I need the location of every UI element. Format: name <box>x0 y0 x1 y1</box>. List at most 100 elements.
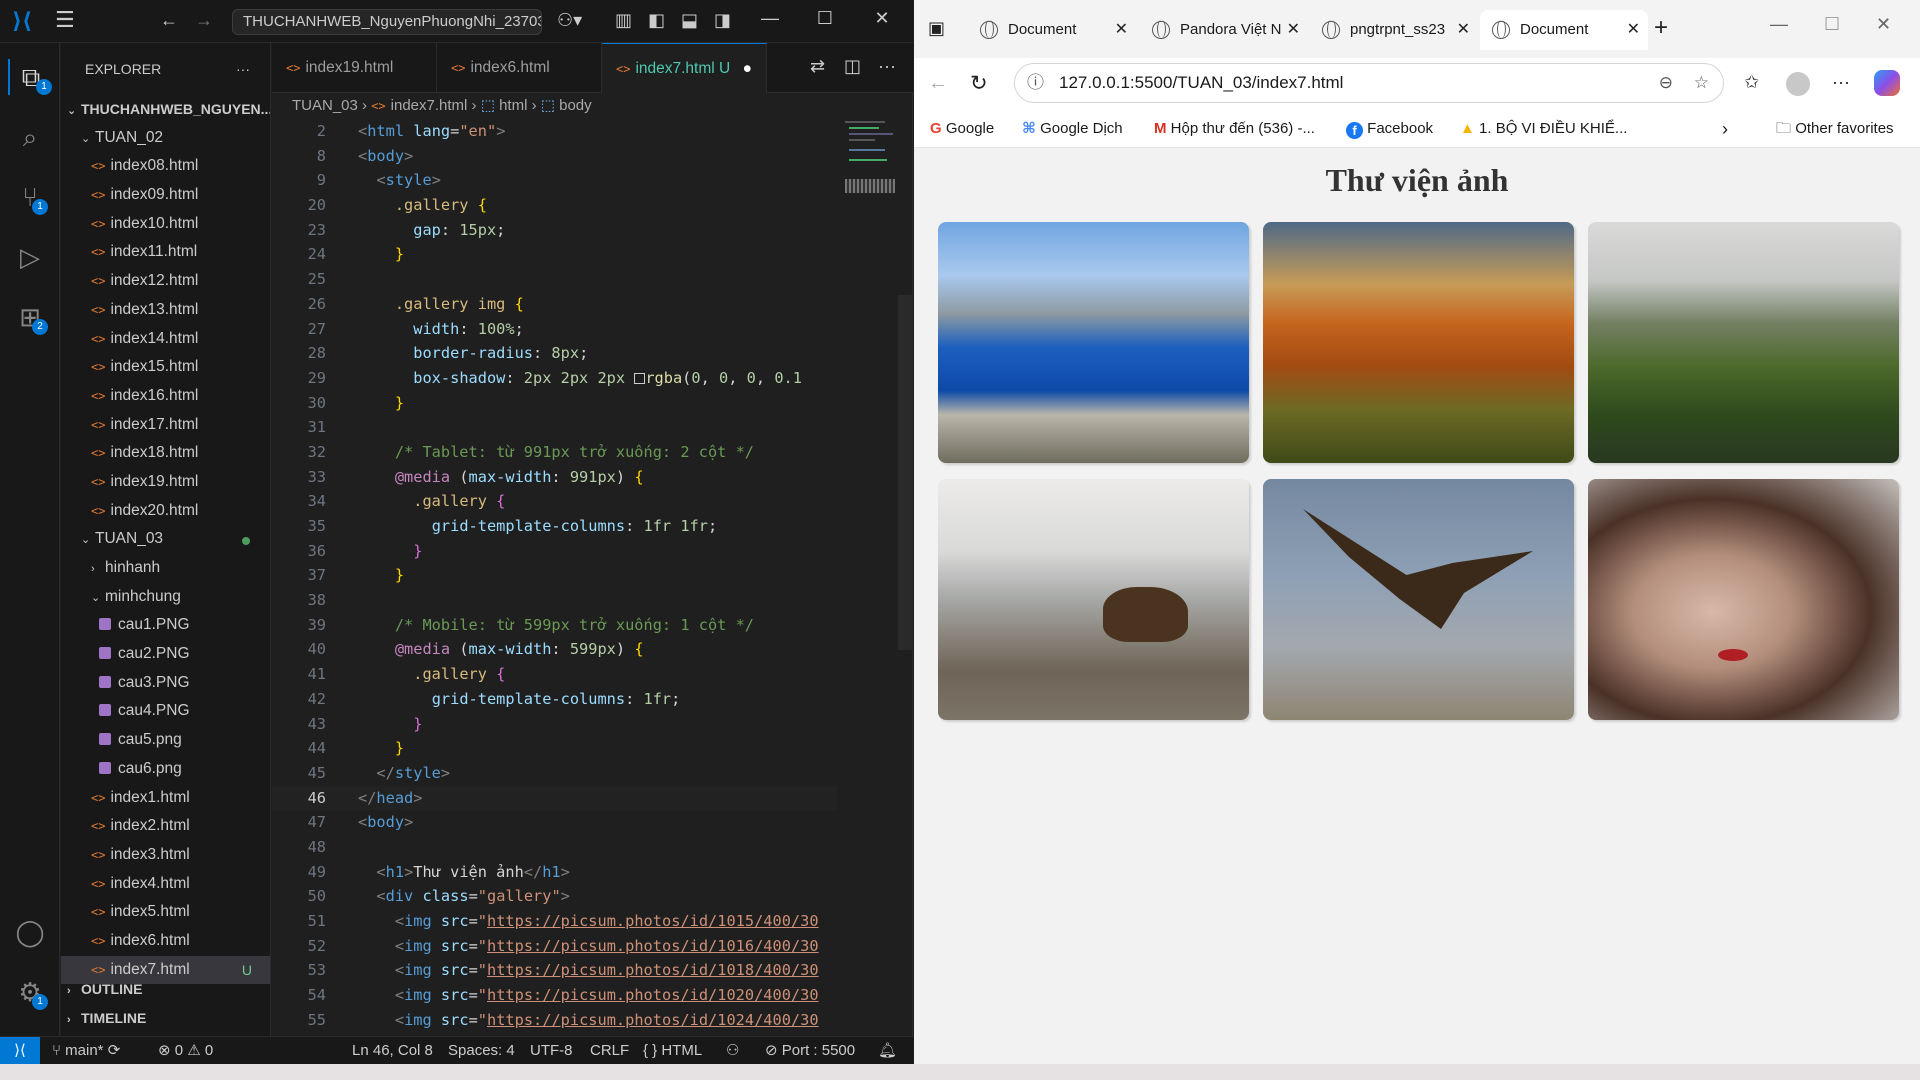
code-line[interactable]: 48 <box>272 835 837 860</box>
git-branch[interactable]: ⑂ main* ⟳ <box>52 1037 120 1065</box>
more-actions-icon[interactable]: ··· <box>236 43 250 95</box>
tree-file[interactable]: cau2.PNG <box>61 640 270 669</box>
tree-file[interactable]: <> index17.html <box>61 411 270 440</box>
favorites-overflow-icon[interactable]: › <box>1722 110 1728 148</box>
new-tab-icon[interactable]: + <box>1654 14 1668 42</box>
tab-index6[interactable]: <> index6.html <box>437 43 602 93</box>
tree-file[interactable]: <> index5.html <box>61 898 270 927</box>
indentation[interactable]: Spaces: 4 <box>448 1037 515 1065</box>
encoding[interactable]: UTF-8 <box>530 1037 573 1065</box>
minimize-button[interactable]: — <box>750 8 790 29</box>
copilot-icon[interactable] <box>1874 70 1900 96</box>
toggle-panel-icon[interactable]: ⬓ <box>681 10 698 31</box>
code-line[interactable]: 36 } <box>272 539 837 564</box>
favorite-star-icon[interactable]: ☆ <box>1694 64 1709 102</box>
fav-facebook[interactable]: f Facebook <box>1346 110 1433 148</box>
tree-file[interactable]: cau6.png <box>61 755 270 784</box>
layout-icon[interactable]: ▥ <box>615 10 632 31</box>
tab-actions-icon[interactable]: ▣ <box>928 18 945 39</box>
code-line[interactable]: 41 .gallery { <box>272 662 837 687</box>
minimap[interactable] <box>843 119 898 239</box>
browser-tab-pngtrpnt[interactable]: pngtrpnt_ss23 ✕ <box>1310 10 1478 50</box>
code-line[interactable]: 30 } <box>272 391 837 416</box>
fav-google-translate[interactable]: ⌘ Google Dịch <box>1022 110 1123 148</box>
tree-folder[interactable]: › hinhanh <box>61 554 270 583</box>
extensions-icon[interactable]: ⊞ 2 <box>12 299 48 335</box>
account-icon[interactable]: ◯ <box>12 914 48 950</box>
code-line[interactable]: 39 /* Mobile: từ 599px trở xuống: 1 cột … <box>272 613 837 638</box>
tree-folder[interactable]: ⌄ TUAN_03 <box>61 525 270 554</box>
tree-file[interactable]: <> index4.html <box>61 870 270 899</box>
tree-file[interactable]: <> index09.html <box>61 181 270 210</box>
search-icon[interactable]: ⌕ <box>12 119 48 155</box>
code-line[interactable]: 53 <img src="https://picsum.photos/id/10… <box>272 958 837 983</box>
tree-file[interactable]: <> index12.html <box>61 267 270 296</box>
back-arrow-icon[interactable]: ← <box>160 10 178 31</box>
refresh-icon[interactable]: ↻ <box>970 71 988 96</box>
browser-maximize-button[interactable]: ☐ <box>1824 14 1840 35</box>
run-debug-icon[interactable]: ▷ <box>12 239 48 275</box>
split-editor-icon[interactable]: ◫ <box>844 56 861 77</box>
code-line[interactable]: 27 width: 100%; <box>272 317 837 342</box>
code-line[interactable]: 54 <img src="https://picsum.photos/id/10… <box>272 983 837 1008</box>
code-line[interactable]: 25 <box>272 267 837 292</box>
browser-tab-document-1[interactable]: Document ✕ <box>968 10 1136 50</box>
browser-tab-pandora[interactable]: Pandora Việt N ✕ <box>1140 10 1308 50</box>
copilot-icon[interactable]: ⚇▾ <box>557 10 582 31</box>
tree-file[interactable]: <> index3.html <box>61 841 270 870</box>
editor-more-icon[interactable]: ··· <box>878 56 896 77</box>
code-line[interactable]: 37 } <box>272 563 837 588</box>
code-line[interactable]: 29 box-shadow: 2px 2px 2px rgba(0, 0, 0,… <box>272 366 837 391</box>
other-favorites[interactable]: 🗀︎ Other favorites <box>1776 110 1894 148</box>
code-line[interactable]: 28 border-radius: 8px; <box>272 341 837 366</box>
code-line[interactable]: 38 <box>272 588 837 613</box>
unsaved-dot-icon[interactable]: ● <box>743 44 752 94</box>
menu-icon[interactable]: ☰ <box>55 7 75 33</box>
notifications-bell-icon[interactable]: 🔔︎ <box>878 1037 897 1065</box>
favorites-icon[interactable]: ✩ <box>1744 72 1759 93</box>
code-line[interactable]: 9 <style> <box>272 168 837 193</box>
tree-file[interactable]: <> index20.html <box>61 497 270 526</box>
zoom-icon[interactable]: ⊖ <box>1659 64 1673 102</box>
root-folder[interactable]: ⌄ THUCHANHWEB_NGUYEN... <box>61 95 270 124</box>
breadcrumb-html[interactable]: html <box>499 97 527 114</box>
tree-file[interactable]: <> index15.html <box>61 353 270 382</box>
code-line[interactable]: 20 .gallery { <box>272 193 837 218</box>
tree-folder[interactable]: ⌄ TUAN_02 <box>61 124 270 153</box>
copilot-status-icon[interactable]: ⚇ <box>726 1037 739 1065</box>
tree-file[interactable]: <> index6.html <box>61 927 270 956</box>
code-line[interactable]: 33 @media (max-width: 991px) { <box>272 465 837 490</box>
code-line[interactable]: 50 <div class="gallery"> <box>272 884 837 909</box>
code-line[interactable]: 51 <img src="https://picsum.photos/id/10… <box>272 909 837 934</box>
code-line[interactable]: 46 </head> <box>272 785 837 811</box>
tree-file[interactable]: cau5.png <box>61 726 270 755</box>
url-bar[interactable]: ⓘ 127.0.0.1:5500/TUAN_03/index7.html ⊖ ☆ <box>1014 63 1724 103</box>
code-line[interactable]: 26 .gallery img { <box>272 292 837 317</box>
maximize-button[interactable]: ☐ <box>805 8 845 29</box>
tree-file[interactable]: <> index10.html <box>61 210 270 239</box>
tab-close-icon[interactable]: ✕ <box>1627 10 1640 50</box>
code-line[interactable]: 8 <body> <box>272 144 837 169</box>
code-line[interactable]: 32 /* Tablet: từ 991px trở xuống: 2 cột … <box>272 440 837 465</box>
toggle-sidebar-icon[interactable]: ◧ <box>648 10 665 31</box>
breadcrumb-folder[interactable]: TUAN_03 <box>292 97 358 114</box>
settings-more-icon[interactable]: ··· <box>1832 72 1850 93</box>
code-line[interactable]: 35 grid-template-columns: 1fr 1fr; <box>272 514 837 539</box>
tab-close-icon[interactable]: ✕ <box>1456 10 1470 50</box>
tree-file[interactable]: <> index11.html <box>61 238 270 267</box>
compare-changes-icon[interactable]: ⇄ <box>810 56 825 77</box>
editor-scrollbar[interactable] <box>898 295 912 650</box>
tree-file[interactable]: <> index16.html <box>61 382 270 411</box>
code-line[interactable]: 47 <body> <box>272 810 837 835</box>
breadcrumb-body[interactable]: body <box>559 97 592 114</box>
tree-file[interactable]: cau4.PNG <box>61 697 270 726</box>
tree-file[interactable]: <> index19.html <box>61 468 270 497</box>
outline-section[interactable]: › OUTLINE <box>61 975 270 1004</box>
tree-file[interactable]: <> index18.html <box>61 439 270 468</box>
fav-google[interactable]: G Google <box>930 110 994 148</box>
profile-avatar[interactable] <box>1786 72 1810 96</box>
line-ending[interactable]: CRLF <box>590 1037 629 1065</box>
timeline-section[interactable]: › TIMELINE <box>61 1004 270 1033</box>
code-line[interactable]: 40 @media (max-width: 599px) { <box>272 637 837 662</box>
code-line[interactable]: 44 } <box>272 736 837 761</box>
